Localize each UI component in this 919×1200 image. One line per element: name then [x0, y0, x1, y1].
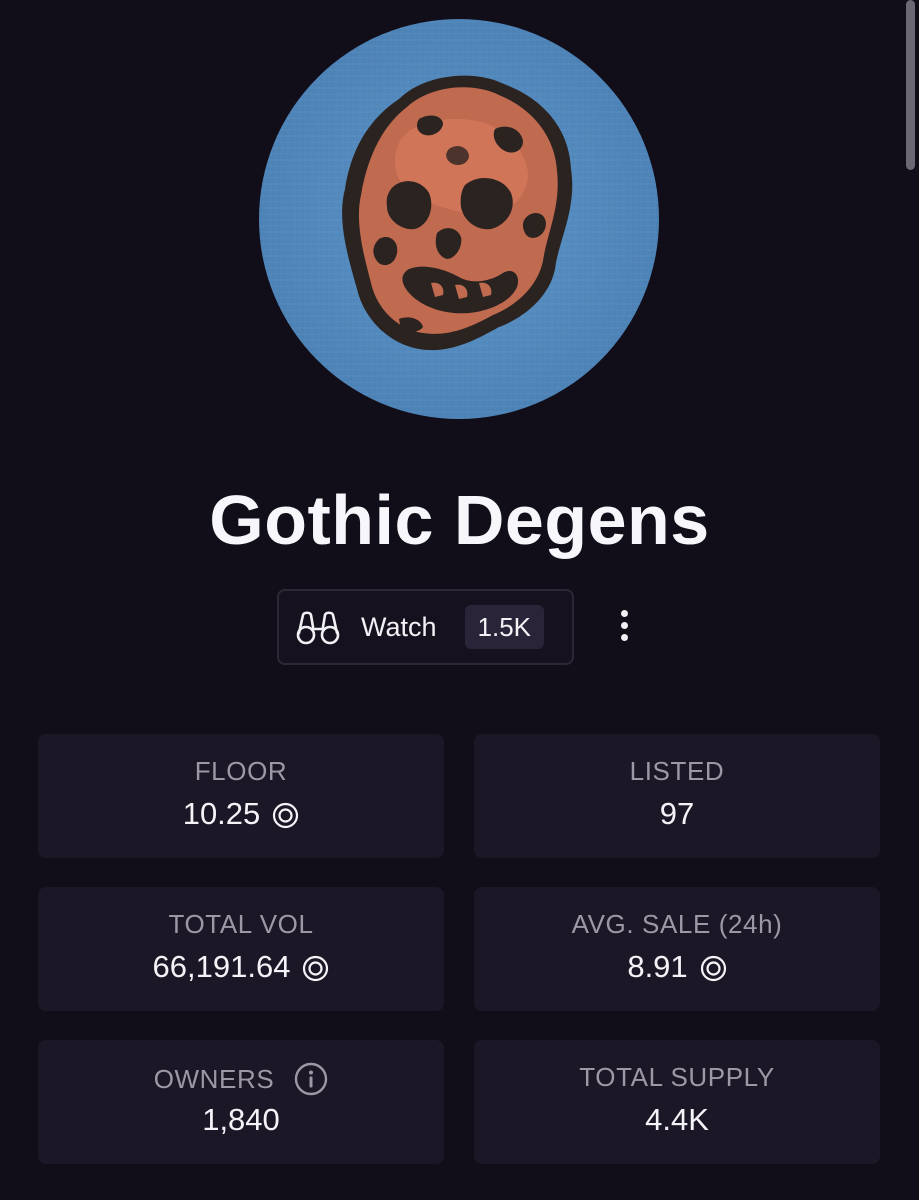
stat-value: 10.25 — [38, 796, 444, 832]
total-vol-label: TOTAL VOL — [168, 909, 314, 939]
sol-currency-icon — [700, 954, 727, 981]
watch-button[interactable]: Watch 1.5K — [277, 589, 574, 665]
collection-title: Gothic Degens — [209, 481, 710, 559]
listed-value: 97 — [659, 796, 695, 831]
stat-label: TOTAL VOL — [38, 909, 444, 940]
total-vol-value: 66,191.64 — [152, 949, 291, 984]
stat-value: 1,840 — [38, 1102, 444, 1138]
stat-label: AVG. SALE (24h) — [474, 909, 880, 940]
stat-card-avg-sale: AVG. SALE (24h) 8.91 — [474, 887, 880, 1011]
stat-card-owners: OWNERS 1,840 — [38, 1040, 444, 1164]
stat-value: 66,191.64 — [38, 949, 444, 985]
sol-currency-icon — [302, 954, 329, 981]
total-supply-value: 4.4K — [645, 1102, 709, 1137]
floor-value: 10.25 — [182, 796, 261, 831]
stat-card-listed: LISTED 97 — [474, 734, 880, 858]
stat-card-floor: FLOOR 10.25 — [38, 734, 444, 858]
stat-value: 97 — [474, 796, 880, 832]
total-supply-label: TOTAL SUPPLY — [579, 1062, 775, 1092]
sol-currency-icon — [272, 801, 299, 828]
stat-label: LISTED — [474, 756, 880, 787]
owners-label: OWNERS — [153, 1063, 275, 1094]
avg-sale-label: AVG. SALE (24h) — [571, 909, 783, 939]
stat-card-total-supply: TOTAL SUPPLY 4.4K — [474, 1040, 880, 1164]
skull-artwork-image — [259, 19, 659, 419]
collection-avatar — [259, 19, 659, 419]
more-vertical-icon-dot — [620, 621, 628, 629]
info-icon[interactable] — [294, 1062, 328, 1096]
stat-value: 8.91 — [474, 949, 880, 985]
more-vertical-icon-dot — [620, 633, 628, 641]
stat-label: FLOOR — [38, 756, 444, 787]
owners-value: 1,840 — [202, 1102, 280, 1137]
watch-label: Watch — [361, 611, 437, 642]
floor-label: FLOOR — [194, 756, 288, 786]
avg-sale-value: 8.91 — [627, 949, 688, 984]
more-options-button[interactable] — [605, 603, 643, 647]
stat-card-total-vol: TOTAL VOL 66,191.64 — [38, 887, 444, 1011]
stat-label: TOTAL SUPPLY — [474, 1062, 880, 1093]
collection-page: Gothic Degens Watch 1.5K FLOOR 10.25 LIS… — [0, 0, 919, 1200]
more-vertical-icon-dot — [620, 609, 628, 617]
scrollbar[interactable] — [906, 0, 915, 170]
binoculars-icon — [295, 607, 341, 647]
stat-label: OWNERS — [38, 1062, 444, 1096]
watch-count-badge: 1.5K — [464, 605, 545, 649]
listed-label: LISTED — [629, 756, 725, 786]
stat-value: 4.4K — [474, 1102, 880, 1138]
